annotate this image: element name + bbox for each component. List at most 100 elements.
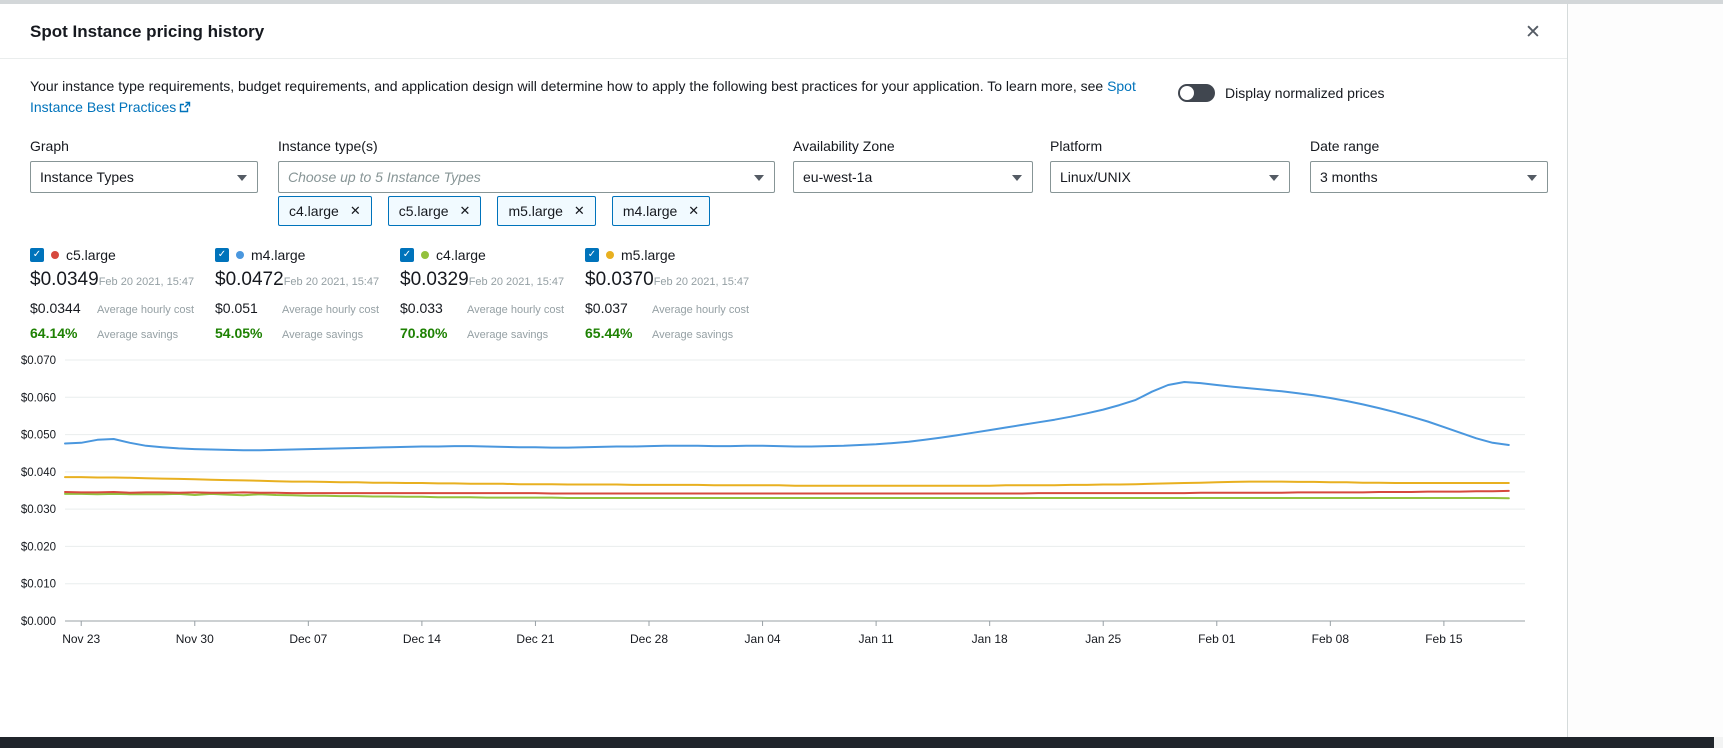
external-link-icon [179,101,191,113]
avg-savings: 64.14% [30,325,97,341]
toggle-label: Display normalized prices [1225,85,1385,101]
avg-savings-label: Average savings [652,329,733,341]
stat-card-m5-large: ✓ m5.large $0.0370Feb 20 2021, 15:47 $0.… [585,247,771,341]
page-right-gutter [1568,4,1723,737]
card-instance-name: m4.large [251,247,305,263]
series-color-dot [51,251,59,259]
date-range-field: Date range 3 months [1310,138,1548,193]
card-head: ✓ c5.large [30,247,216,263]
remove-chip-icon[interactable]: ✕ [574,203,585,219]
instance-types-placeholder: Choose up to 5 Instance Types [288,169,481,185]
stat-card-c5-large: ✓ c5.large $0.0349Feb 20 2021, 15:47 $0.… [30,247,216,341]
availability-zone-select[interactable]: eu-west-1a [793,161,1033,193]
series-checkbox[interactable]: ✓ [215,248,229,262]
svg-text:$0.020: $0.020 [21,541,56,553]
series-checkbox[interactable]: ✓ [30,248,44,262]
avg-savings: 54.05% [215,325,282,341]
toggle-knob [1180,86,1194,100]
graph-label: Graph [30,138,258,154]
svg-text:Jan 25: Jan 25 [1085,632,1121,646]
series-color-dot [606,251,614,259]
date-range-label: Date range [1310,138,1548,154]
avg-hourly-cost-label: Average hourly cost [282,304,379,316]
platform-value: Linux/UNIX [1060,169,1131,185]
svg-text:Feb 08: Feb 08 [1312,632,1350,646]
price-timestamp: Feb 20 2021, 15:47 [284,276,379,288]
platform-select[interactable]: Linux/UNIX [1050,161,1290,193]
svg-text:Feb 01: Feb 01 [1198,632,1236,646]
svg-text:$0.030: $0.030 [21,504,56,516]
card-head: ✓ m5.large [585,247,771,263]
chip-m4-large[interactable]: m4.large ✕ [612,196,710,226]
display-normalized-prices-toggle[interactable] [1178,84,1215,102]
svg-text:Dec 21: Dec 21 [516,632,554,646]
series-checkbox[interactable]: ✓ [585,248,599,262]
avg-savings-label: Average savings [282,329,363,341]
avg-savings: 70.80% [400,325,467,341]
svg-text:Nov 30: Nov 30 [176,632,214,646]
avg-hourly-cost-label: Average hourly cost [652,304,749,316]
svg-text:Dec 07: Dec 07 [289,632,327,646]
chip-c5-large[interactable]: c5.large ✕ [388,196,482,226]
price-history-chart: $0.000$0.010$0.020$0.030$0.040$0.050$0.0… [18,348,1550,650]
instance-types-field: Instance type(s) Choose up to 5 Instance… [278,138,775,193]
bottom-dark-bar [0,737,1714,748]
svg-text:$0.000: $0.000 [21,616,56,628]
series-checkbox[interactable]: ✓ [400,248,414,262]
graph-select[interactable]: Instance Types [30,161,258,193]
modal-header: Spot Instance pricing history ✕ [0,4,1567,59]
avg-hourly-cost-label: Average hourly cost [467,304,564,316]
availability-zone-value: eu-west-1a [803,169,872,185]
stat-card-m4-large: ✓ m4.large $0.0472Feb 20 2021, 15:47 $0.… [215,247,401,341]
chip-m5-large[interactable]: m5.large ✕ [497,196,595,226]
price-timestamp: Feb 20 2021, 15:47 [99,276,194,288]
svg-text:Dec 28: Dec 28 [630,632,668,646]
current-price: $0.0329 [400,269,469,291]
svg-text:$0.050: $0.050 [21,430,56,442]
avg-savings-label: Average savings [467,329,548,341]
avg-savings-label: Average savings [97,329,178,341]
card-instance-name: c4.large [436,247,486,263]
avg-hourly-cost: $0.037 [585,300,652,316]
price-timestamp: Feb 20 2021, 15:47 [654,276,749,288]
intro-text: Your instance type requirements, budget … [30,76,1155,118]
chip-label: c5.large [399,203,449,219]
avg-hourly-cost: $0.0344 [30,300,97,316]
svg-text:Jan 04: Jan 04 [745,632,781,646]
instance-types-select[interactable]: Choose up to 5 Instance Types [278,161,775,193]
availability-zone-field: Availability Zone eu-west-1a [793,138,1033,193]
chevron-down-icon [237,175,247,181]
date-range-value: 3 months [1320,169,1378,185]
chip-c4-large[interactable]: c4.large ✕ [278,196,372,226]
page-title: Spot Instance pricing history [30,22,264,42]
avg-savings: 65.44% [585,325,652,341]
chip-label: c4.large [289,203,339,219]
chip-label: m4.large [623,203,677,219]
chevron-down-icon [1527,175,1537,181]
availability-zone-label: Availability Zone [793,138,1033,154]
svg-text:Dec 14: Dec 14 [403,632,441,646]
remove-chip-icon[interactable]: ✕ [350,203,361,219]
intro-body-text: Your instance type requirements, budget … [30,78,1107,94]
chip-label: m5.large [508,203,562,219]
card-instance-name: c5.large [66,247,116,263]
card-instance-name: m5.large [621,247,675,263]
avg-hourly-cost-label: Average hourly cost [97,304,194,316]
svg-text:$0.040: $0.040 [21,467,56,479]
avg-hourly-cost: $0.051 [215,300,282,316]
close-icon[interactable]: ✕ [1519,18,1547,46]
svg-text:Nov 23: Nov 23 [62,632,100,646]
svg-text:$0.070: $0.070 [21,355,56,367]
remove-chip-icon[interactable]: ✕ [688,203,699,219]
selected-instance-types: c4.large ✕ c5.large ✕ m5.large ✕ m4.larg… [278,196,710,226]
instance-types-label: Instance type(s) [278,138,775,154]
stat-card-c4-large: ✓ c4.large $0.0329Feb 20 2021, 15:47 $0.… [400,247,586,341]
graph-field: Graph Instance Types [30,138,258,193]
avg-hourly-cost: $0.033 [400,300,467,316]
graph-select-value: Instance Types [40,169,134,185]
card-head: ✓ m4.large [215,247,401,263]
chevron-down-icon [1269,175,1279,181]
remove-chip-icon[interactable]: ✕ [460,203,471,219]
date-range-select[interactable]: 3 months [1310,161,1548,193]
chevron-down-icon [754,175,764,181]
